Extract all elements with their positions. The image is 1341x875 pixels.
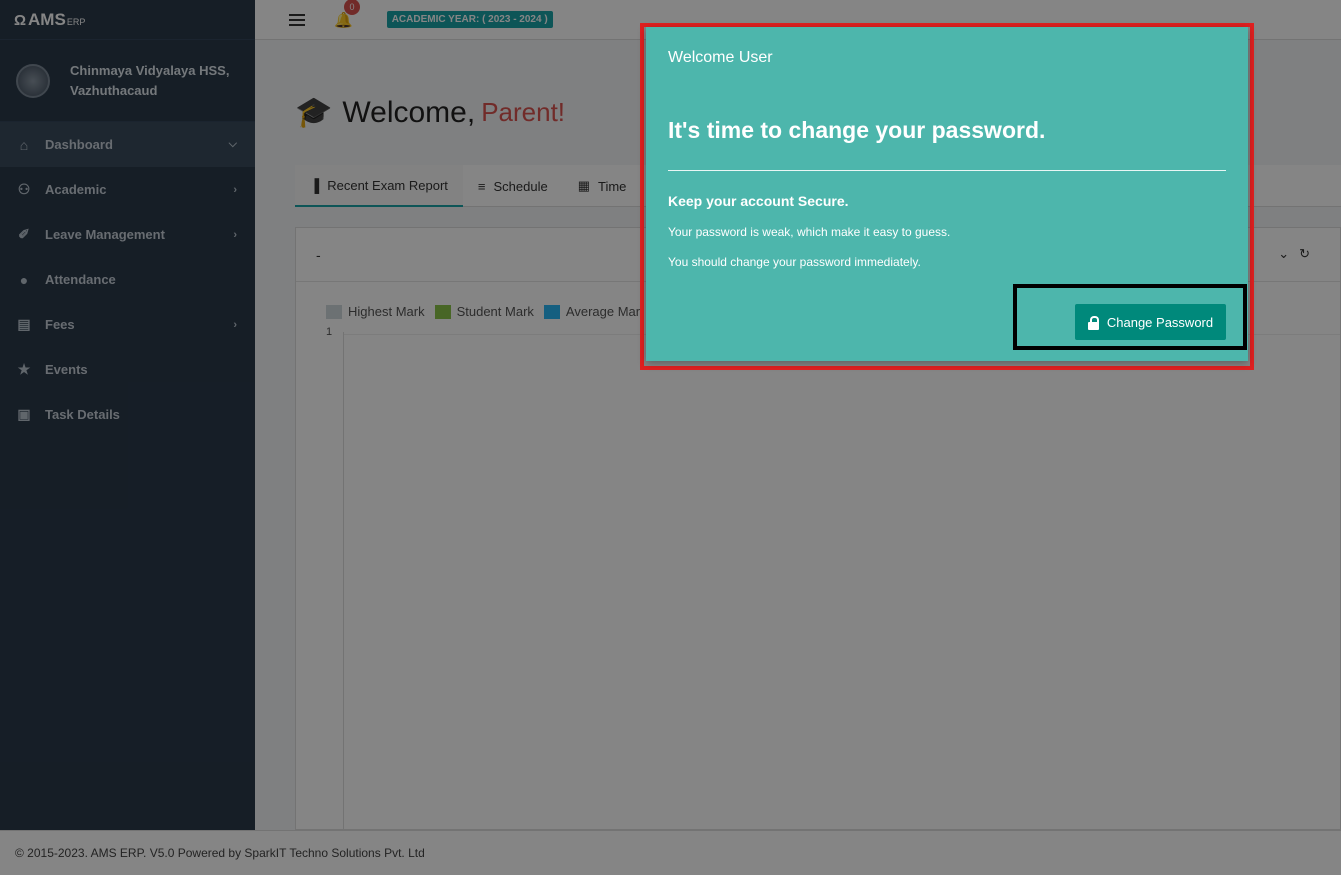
modal-heading: It's time to change your password. xyxy=(668,117,1046,143)
modal-divider xyxy=(668,170,1226,171)
lock-icon xyxy=(1087,315,1099,330)
modal-title: Welcome User xyxy=(668,49,773,66)
change-password-button[interactable]: Change Password xyxy=(1075,304,1226,340)
modal-message-change: You should change your password immediat… xyxy=(668,255,921,269)
modal-message-weak: Your password is weak, which make it eas… xyxy=(668,225,951,239)
modal-subheading: Keep your account Secure. xyxy=(668,193,849,209)
change-password-label: Change Password xyxy=(1106,314,1214,330)
